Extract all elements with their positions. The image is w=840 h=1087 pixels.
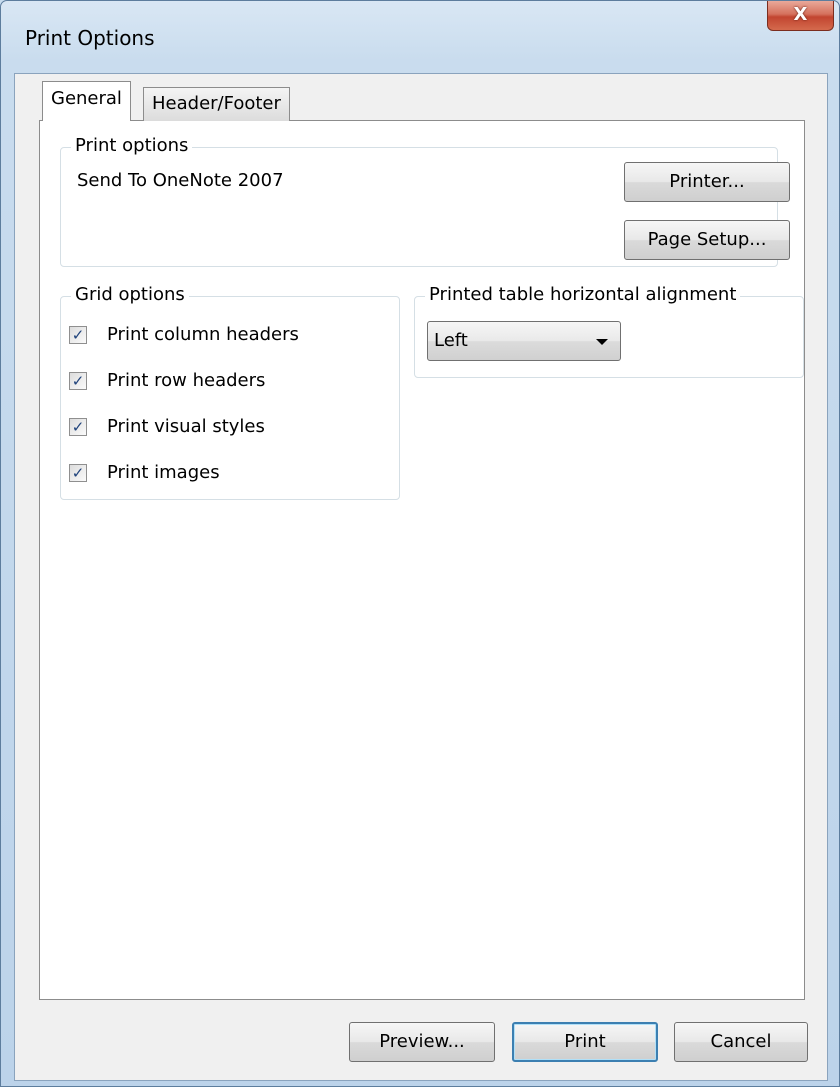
alignment-dropdown[interactable]: Left [427, 321, 621, 361]
grid-options-group: Grid options ✓ Print column headers ✓ Pr… [60, 284, 400, 500]
checkbox-label: Print row headers [107, 370, 266, 391]
grid-options-group-title: Grid options [71, 284, 189, 305]
alignment-group: Printed table horizontal alignment Left [414, 284, 804, 378]
checkbox-check-icon[interactable]: ✓ [69, 372, 87, 390]
tab-header-footer[interactable]: Header/Footer [143, 87, 290, 121]
print-options-group: Print options Send To OneNote 2007 Print… [60, 135, 790, 267]
print-options-group-title: Print options [71, 135, 193, 156]
alignment-selected-value: Left [434, 330, 468, 351]
print-button[interactable]: Print [512, 1022, 658, 1062]
printer-name: Send To OneNote 2007 [77, 170, 284, 191]
checkbox-check-icon[interactable]: ✓ [69, 464, 87, 482]
printer-button[interactable]: Printer... [624, 162, 790, 202]
preview-button[interactable]: Preview... [349, 1022, 495, 1062]
dialog-client-area: General Header/Footer Print options Send… [14, 73, 828, 1081]
page-setup-button[interactable]: Page Setup... [624, 220, 790, 260]
title-bar[interactable]: Print Options X [1, 1, 839, 73]
close-button[interactable]: X [767, 1, 834, 31]
print-options-dialog: Print Options X General Header/Footer Pr… [0, 0, 840, 1087]
checkbox-label: Print images [107, 462, 220, 483]
checkbox-label: Print visual styles [107, 416, 265, 437]
cancel-button[interactable]: Cancel [674, 1022, 808, 1062]
checkbox-label: Print column headers [107, 324, 299, 345]
window-title: Print Options [25, 26, 155, 50]
chevron-down-icon [596, 339, 608, 345]
checkbox-check-icon[interactable]: ✓ [69, 326, 87, 344]
checkbox-check-icon[interactable]: ✓ [69, 418, 87, 436]
general-tab-page: Print options Send To OneNote 2007 Print… [39, 120, 805, 1000]
tab-general[interactable]: General [42, 81, 131, 121]
alignment-group-title: Printed table horizontal alignment [425, 284, 741, 305]
